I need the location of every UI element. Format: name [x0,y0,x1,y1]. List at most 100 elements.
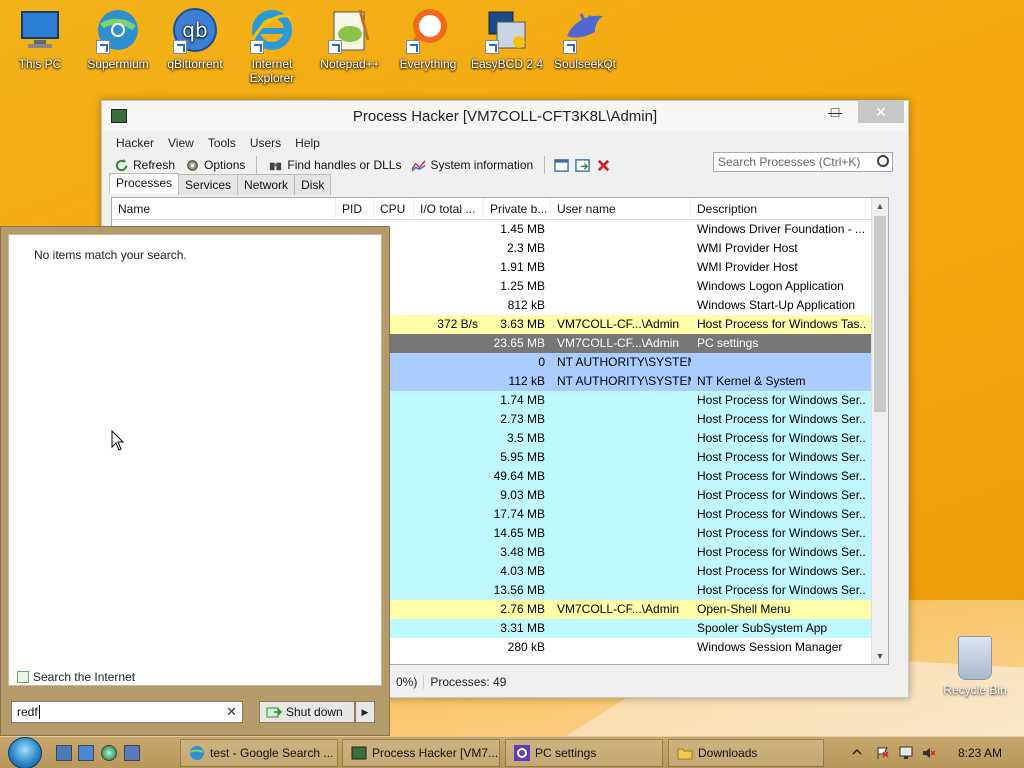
start-button[interactable] [8,737,42,768]
computer-icon [16,6,64,54]
menu-users[interactable]: Users [246,136,285,150]
process-io-cell [414,334,484,353]
desktop-icon-label: qBittorrent [167,57,223,71]
recycle-bin-label: Recycle Bin [943,683,1007,697]
action-center-flag-icon[interactable] [876,746,890,760]
process-description-cell: Host Process for Windows Ser... [697,412,866,426]
close-button[interactable]: ✕ [858,101,904,123]
tab-network[interactable]: Network [237,174,296,195]
recycle-bin[interactable]: Recycle Bin [940,636,1010,697]
taskbar-button[interactable]: Process Hacker [VM7... [342,739,500,767]
column-description[interactable]: Description [691,198,866,219]
process-io-cell [414,258,484,277]
process-private-bytes-cell: 4.03 MB [500,564,545,578]
show-desktop-icon[interactable] [56,745,72,761]
shutdown-options-button[interactable]: ▶ [355,701,375,723]
shortcut-arrow-icon [485,40,499,54]
vertical-scrollbar[interactable]: ▲ ▼ [871,198,888,664]
process-io-cell [414,391,484,410]
process-user-cell [551,296,691,315]
internet-explorer-icon [248,6,296,54]
notepadpp-icon [326,6,374,54]
desktop-icon[interactable]: Everything [390,6,466,71]
browser-globe-icon [189,745,205,761]
taskbar-button-label: PC settings [535,746,597,760]
scrollbar-thumb[interactable] [874,216,886,412]
tab-processes[interactable]: Processes [109,173,180,194]
toolbar-separator [544,156,546,174]
process-private-bytes-cell: 280 kB [507,640,545,654]
no-results-message: No items match your search. [34,248,187,262]
desktop-icon[interactable]: EasyBCD 2.4 [469,6,545,71]
column-io-total[interactable]: I/O total ... [414,198,484,219]
column-private-bytes[interactable]: Private b... [484,198,551,219]
process-io-cell [414,448,484,467]
shutdown-button[interactable]: Shut down [259,701,355,723]
options-button[interactable]: Options [183,158,247,173]
tab-services[interactable]: Services [178,174,239,195]
menu-tools[interactable]: Tools [204,136,240,150]
terminate-icon[interactable] [596,158,611,173]
process-io-cell [414,619,484,638]
search-processes-input[interactable]: Search Processes (Ctrl+K) [713,152,893,172]
process-description-cell: Host Process for Windows Ser... [697,583,866,597]
find-handles-label: Find handles or DLLs [287,158,402,172]
scroll-down-icon[interactable]: ▼ [872,648,888,664]
desktop-icon[interactable]: Supermium [80,6,156,71]
browser-globe-icon[interactable] [101,745,117,761]
column-pid[interactable]: PID [336,198,374,219]
clock[interactable]: 8:23 AM [958,746,1002,760]
process-user-cell [551,505,691,524]
menu-help[interactable]: Help [291,136,324,150]
window-icon[interactable] [554,158,569,173]
svg-text:qb: qb [182,18,207,42]
process-private-bytes-cell: 3.5 MB [506,431,545,445]
tab-disk[interactable]: Disk [294,174,332,195]
process-description-cell: Windows Logon Application [697,279,844,293]
process-user-cell [551,258,691,277]
refresh-button[interactable]: Refresh [112,158,177,173]
process-io-cell [414,562,484,581]
column-user-name[interactable]: User name [551,198,691,219]
monitor-icon[interactable] [124,745,140,761]
taskbar-button[interactable]: test - Google Search ... [180,739,338,767]
title-bar[interactable]: Process Hacker [VM7COLL-CFT3K8L\Admin] —… [102,101,908,131]
taskbar-button-label: test - Google Search ... [210,746,334,760]
process-user-cell [551,524,691,543]
tray-expand-icon[interactable] [851,746,865,760]
desktop-icon[interactable]: qb qBittorrent [157,6,233,71]
process-private-bytes-cell: 3.63 MB [500,317,545,331]
process-private-bytes-cell: 112 kB [508,374,545,388]
search-internet-link[interactable]: Search the Internet [17,670,135,684]
process-description-cell: Windows Session Manager [697,640,843,654]
go-to-window-icon[interactable] [575,158,590,173]
shortcut-arrow-icon [250,40,264,54]
arrow-right-icon [17,671,29,683]
column-name[interactable]: Name [112,198,336,219]
column-cpu[interactable]: CPU [374,198,414,219]
maximize-button[interactable]: □ [818,101,852,123]
explorer-icon[interactable] [78,745,94,761]
volume-muted-icon[interactable] [922,746,936,760]
clear-search-icon[interactable]: ✕ [226,704,237,720]
desktop-icon[interactable]: Notepad++ [312,6,388,71]
scroll-up-icon[interactable]: ▲ [872,198,888,214]
start-menu: No items match your search. Search the I… [0,226,390,736]
desktop-icon[interactable]: SoulseekQt [547,6,623,71]
system-information-button[interactable]: System information [409,158,535,173]
network-icon[interactable] [899,746,913,760]
desktop-icon[interactable]: Internet Explorer [234,6,310,85]
search-icon[interactable] [877,155,889,167]
find-handles-button[interactable]: Find handles or DLLs [266,158,403,173]
taskbar-button-label: Process Hacker [VM7... [372,746,499,760]
menu-view[interactable]: View [164,136,198,150]
process-description-cell: Open-Shell Menu [697,602,791,616]
desktop-icon[interactable]: This PC [2,6,78,71]
desktop-icon-label: This PC [18,57,62,71]
taskbar-button[interactable]: Downloads [668,739,824,767]
start-search-input[interactable]: redf ✕ [11,701,243,723]
taskbar-button[interactable]: PC settings [505,739,663,767]
mouse-cursor-icon [111,430,125,451]
menu-hacker[interactable]: Hacker [112,136,158,150]
process-io-cell: 372 B/s [437,317,478,331]
